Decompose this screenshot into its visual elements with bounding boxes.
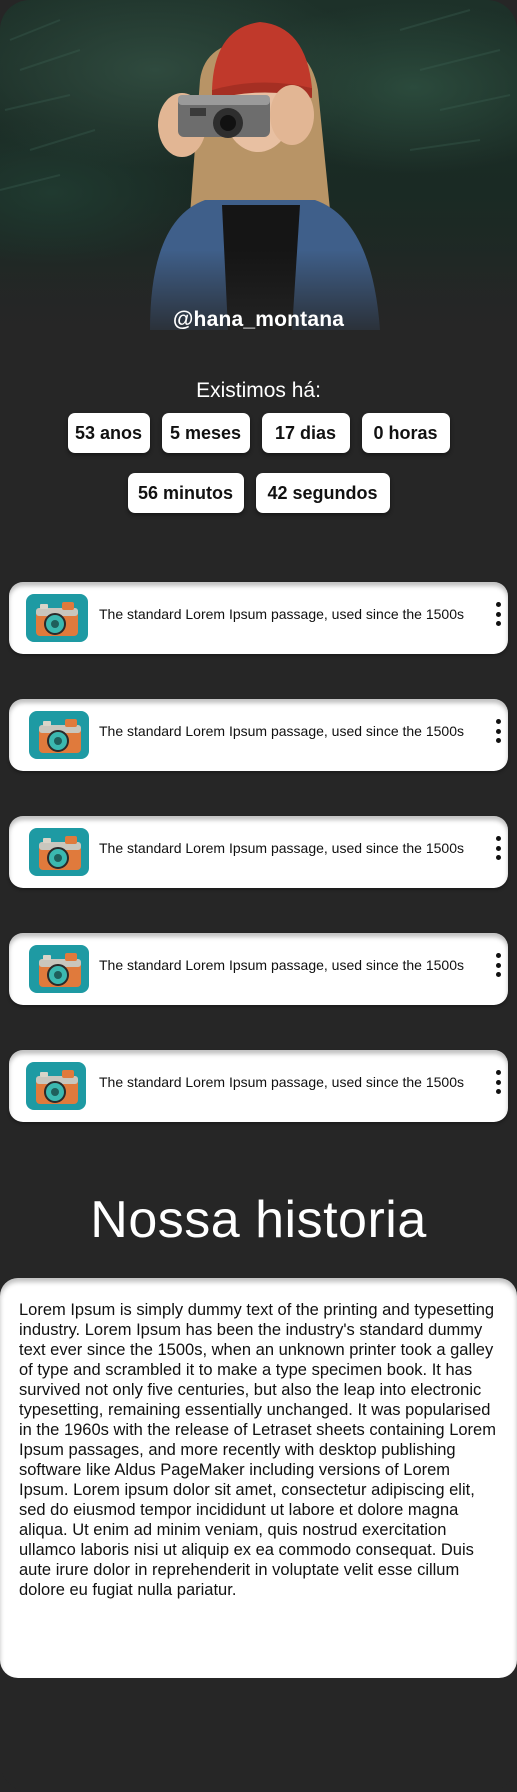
history-body: Lorem Ipsum is simply dummy text of the …: [19, 1301, 496, 1599]
history-title: Nossa historia: [90, 1191, 427, 1249]
history-panel: Lorem Ipsum is simply dummy text of the …: [0, 1278, 517, 1678]
post-text: The standard Lorem Ipsum passage, used s…: [99, 957, 464, 973]
post-card[interactable]: The standard Lorem Ipsum passage, used s…: [9, 816, 508, 888]
camera-app-icon: [26, 594, 88, 642]
post-text: The standard Lorem Ipsum passage, used s…: [99, 723, 464, 739]
post-text: The standard Lorem Ipsum passage, used s…: [99, 840, 464, 856]
counter-row-2: 56 minutos 42 segundos: [0, 473, 517, 513]
hero-photo: [0, 0, 517, 350]
more-options-icon[interactable]: [491, 719, 505, 743]
post-card[interactable]: The standard Lorem Ipsum passage, used s…: [9, 582, 508, 654]
post-card[interactable]: The standard Lorem Ipsum passage, used s…: [9, 1050, 508, 1122]
camera-app-icon: [29, 828, 89, 876]
post-text: The standard Lorem Ipsum passage, used s…: [99, 1074, 464, 1090]
existence-title: Existimos há:: [196, 379, 321, 402]
camera-app-icon: [29, 711, 89, 759]
more-options-icon[interactable]: [491, 836, 505, 860]
username: @hana_montana: [172, 308, 345, 331]
counter-hours: 0 horas: [361, 413, 450, 453]
post-card[interactable]: The standard Lorem Ipsum passage, used s…: [9, 699, 508, 771]
more-options-icon[interactable]: [491, 1070, 505, 1094]
counter-days: 17 dias: [261, 413, 350, 453]
more-options-icon[interactable]: [491, 602, 505, 626]
more-options-icon[interactable]: [491, 953, 505, 977]
counter-years: 53 anos: [67, 413, 150, 453]
post-card[interactable]: The standard Lorem Ipsum passage, used s…: [9, 933, 508, 1005]
camera-app-icon: [29, 945, 89, 993]
post-text: The standard Lorem Ipsum passage, used s…: [99, 606, 464, 622]
counter-minutes: 56 minutos: [127, 473, 244, 513]
counter-seconds: 42 segundos: [255, 473, 390, 513]
counter-months: 5 meses: [161, 413, 250, 453]
counter-row-1: 53 anos 5 meses 17 dias 0 horas: [0, 413, 517, 453]
profile-page: @hana_montana Existimos há: 53 anos 5 me…: [0, 0, 517, 1792]
camera-app-icon: [26, 1062, 86, 1110]
